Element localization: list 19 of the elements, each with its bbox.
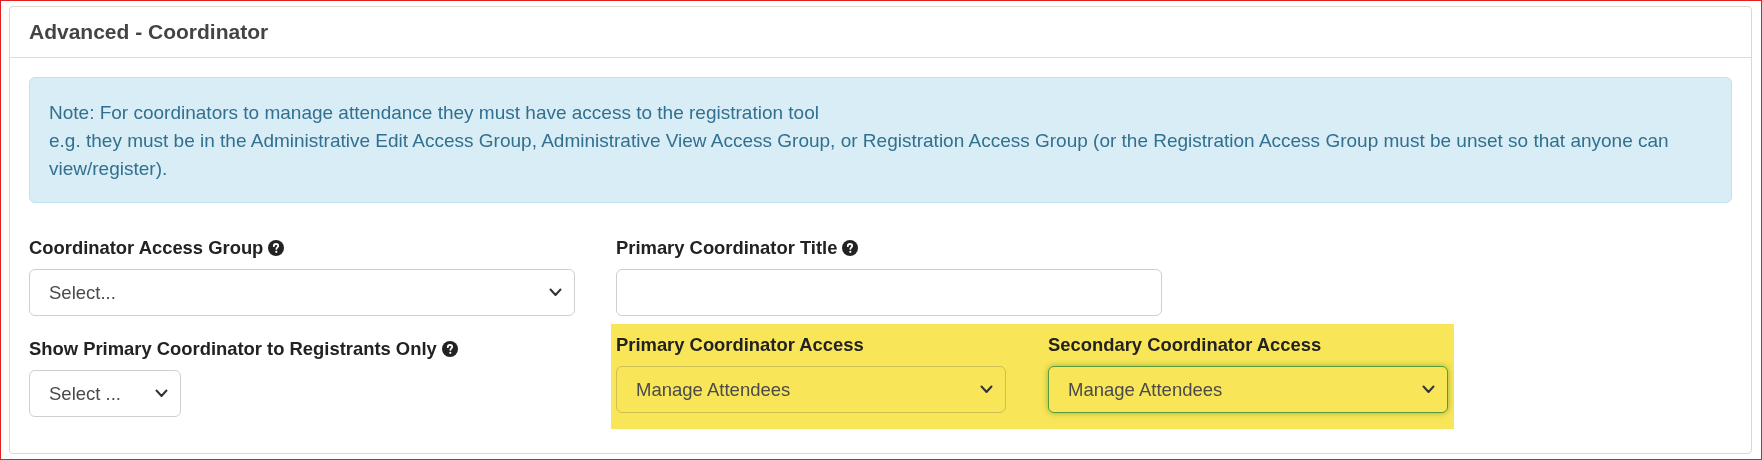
panel-title: Advanced - Coordinator (29, 19, 269, 46)
select-field[interactable]: Manage Attendees (1048, 366, 1448, 413)
select-field[interactable]: Manage Attendees (616, 366, 1006, 413)
select-field[interactable]: Select ... (29, 370, 181, 417)
help-icon[interactable] (842, 240, 859, 256)
chevron-icon (1422, 385, 1435, 394)
help-icon[interactable] (268, 240, 285, 256)
select-field[interactable]: Select... (29, 269, 575, 316)
chevron-icon (980, 385, 993, 394)
field-label: Coordinator Access Group (29, 236, 264, 261)
field-label: Show Primary Coordinator to Registrants Only (29, 337, 437, 362)
note-alert: Note: For coordinators to manage attendance they must have access to the registration tool e.g. they must be in the Administrative Edit Access Group, Administrative View Access Group, or Registration Access Group (or the Registration Access Group must be unset so that anyone can view/register). (29, 77, 1732, 203)
chevron-icon (549, 288, 562, 297)
help-icon[interactable] (441, 341, 458, 357)
field-label: Secondary Coordinator Access (1048, 333, 1322, 358)
field-label: Primary Coordinator Title (616, 236, 838, 261)
chevron-icon (155, 389, 168, 398)
input-field[interactable] (616, 269, 1162, 316)
field-label: Primary Coordinator Access (616, 333, 864, 358)
